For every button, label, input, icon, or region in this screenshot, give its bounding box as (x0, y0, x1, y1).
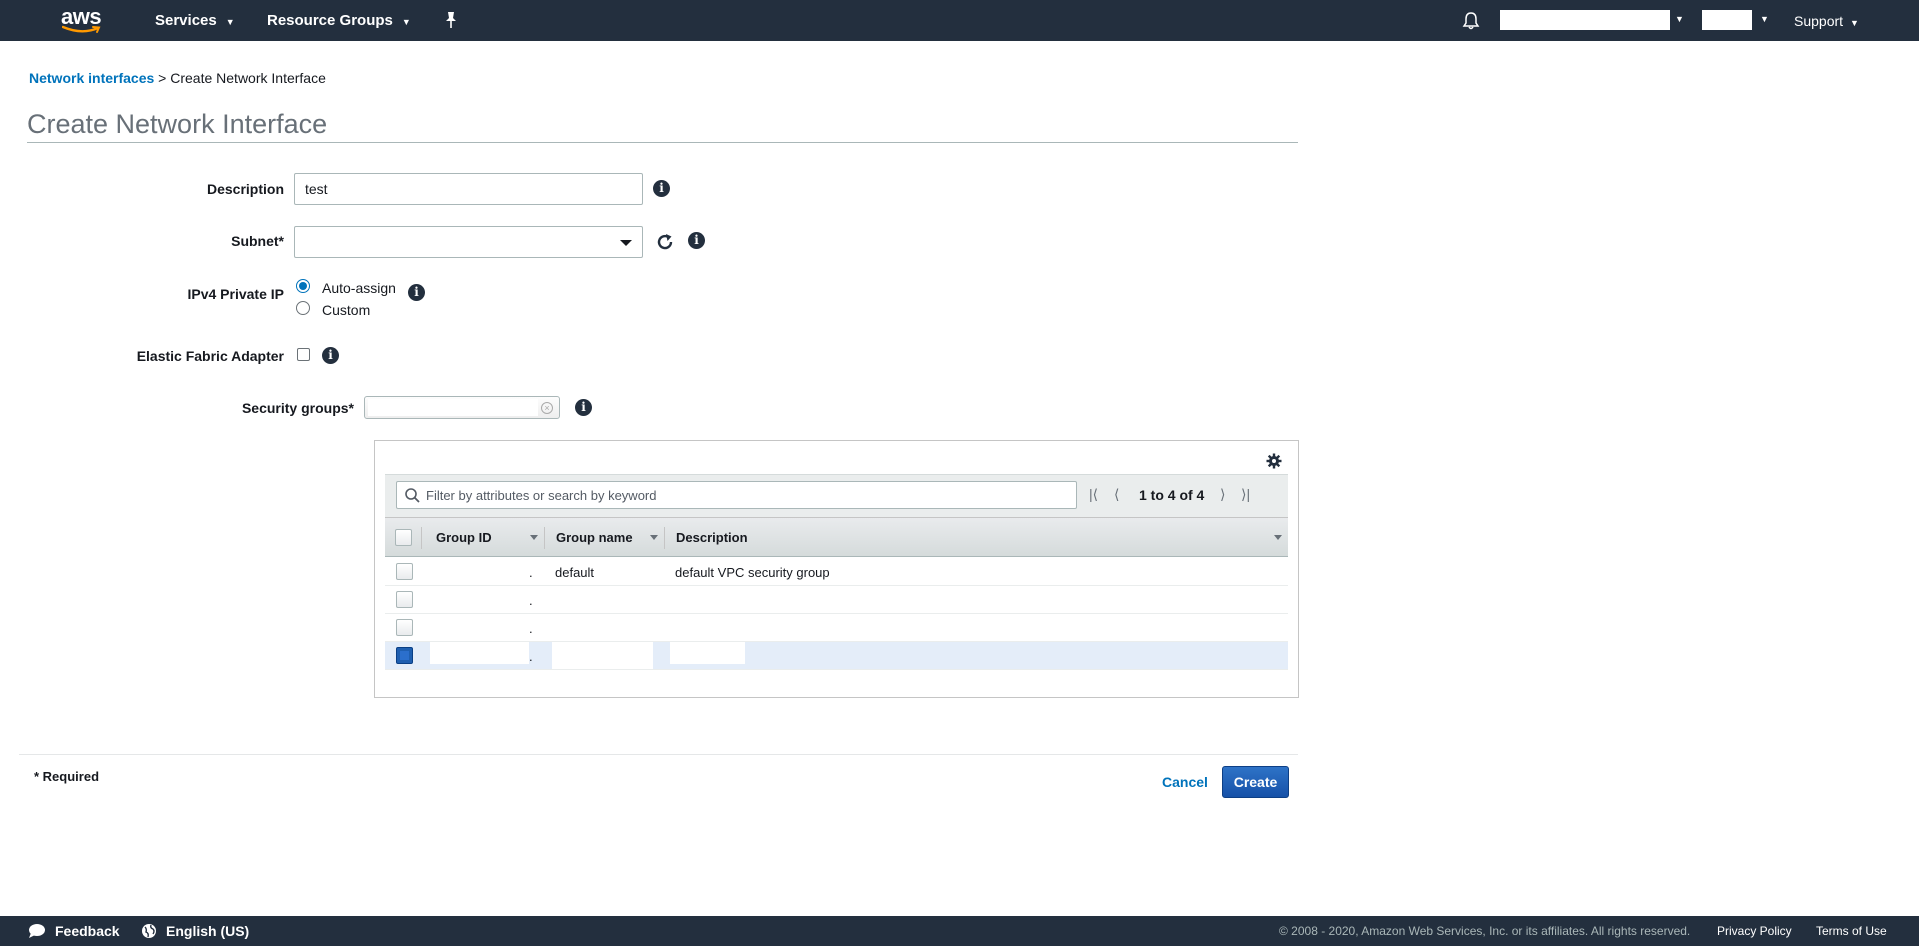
cell-group-id: . (529, 593, 533, 608)
table-header: Group ID Group name Description (385, 517, 1288, 557)
aws-smile-icon (62, 25, 101, 33)
info-icon[interactable]: i (688, 232, 705, 249)
form-divider (19, 754, 1298, 755)
info-icon[interactable]: i (653, 180, 670, 197)
language-selector[interactable]: English (US) (141, 923, 249, 939)
subnet-select[interactable] (294, 226, 643, 258)
row-checkbox-checked[interactable] (396, 647, 413, 664)
efa-label: Elastic Fabric Adapter (136, 348, 284, 364)
last-page-icon[interactable]: ⟩| (1241, 486, 1250, 503)
title-divider (27, 142, 1298, 143)
first-page-icon[interactable]: |⟨ (1089, 486, 1098, 503)
feedback-button[interactable]: Feedback (28, 923, 120, 939)
redacted-description (670, 642, 745, 664)
region-menu[interactable] (1702, 10, 1752, 30)
aws-logo[interactable]: aws (58, 4, 104, 36)
column-header-group-id[interactable]: Group ID (436, 530, 492, 545)
column-header-group-name[interactable]: Group name (556, 530, 633, 545)
security-groups-label: Security groups* (241, 400, 354, 416)
chevron-down-icon: ▼ (401, 16, 411, 27)
clear-icon[interactable]: × (541, 402, 553, 414)
column-separator (544, 527, 545, 549)
feedback-label: Feedback (55, 923, 120, 939)
subnet-label: Subnet* (231, 233, 284, 249)
cell-group-id: . (529, 621, 533, 636)
gear-icon[interactable] (1266, 453, 1282, 469)
description-label: Description (206, 181, 284, 197)
custom-label: Custom (322, 302, 371, 318)
resource-groups-label: Resource Groups (267, 12, 393, 29)
page-title: Create Network Interface (27, 109, 328, 139)
pagination-text: 1 to 4 of 4 (1139, 487, 1205, 503)
security-groups-input-field[interactable] (368, 399, 538, 416)
filter-input[interactable] (424, 485, 1064, 505)
row-checkbox[interactable] (396, 591, 413, 608)
breadcrumb: Network interfaces > Create Network Inte… (29, 70, 326, 86)
speech-bubble-icon (29, 924, 45, 938)
prev-page-icon[interactable]: ⟨ (1114, 486, 1119, 503)
chevron-down-icon: ▼ (1675, 14, 1684, 24)
chevron-down-icon: ▼ (1760, 14, 1769, 24)
support-menu[interactable]: Support ▼ (1794, 13, 1859, 29)
table-row[interactable]: . (385, 614, 1288, 642)
custom-radio[interactable] (296, 301, 310, 315)
privacy-policy-link[interactable]: Privacy Policy (1717, 924, 1792, 938)
pin-icon[interactable] (442, 10, 460, 30)
row-checkbox[interactable] (396, 563, 413, 580)
column-separator (664, 527, 665, 549)
ipv4-label: IPv4 Private IP (187, 286, 284, 302)
services-label: Services (155, 12, 217, 29)
bell-icon[interactable] (1461, 11, 1481, 31)
table-row-selected[interactable]: . (385, 642, 1288, 670)
security-groups-input[interactable]: × (364, 396, 560, 419)
cell-group-name: default (555, 565, 595, 580)
select-all-checkbox[interactable] (395, 529, 412, 546)
cell-group-id: . (529, 565, 533, 580)
chevron-down-icon: ▼ (1850, 18, 1859, 28)
redacted-group-id (430, 642, 529, 664)
table-row[interactable]: . (385, 586, 1288, 614)
required-note: * Required (34, 769, 100, 784)
terms-of-use-link[interactable]: Terms of Use (1816, 924, 1887, 938)
breadcrumb-separator: > (158, 70, 167, 86)
language-label: English (US) (166, 923, 250, 939)
top-navigation-bar: aws Services ▼ Resource Groups ▼ ▼ ▼ Sup… (0, 0, 1919, 41)
description-input[interactable] (294, 173, 643, 205)
redacted-group-name (552, 642, 653, 669)
auto-assign-label: Auto-assign (322, 280, 396, 296)
cell-description: default VPC security group (675, 565, 830, 580)
info-icon[interactable]: i (575, 399, 592, 416)
info-icon[interactable]: i (322, 347, 339, 364)
search-icon (405, 488, 420, 503)
cancel-button[interactable]: Cancel (1162, 774, 1208, 790)
breadcrumb-network-interfaces-link[interactable]: Network interfaces (29, 70, 154, 86)
sort-icon[interactable] (530, 535, 538, 540)
breadcrumb-current: Create Network Interface (170, 70, 326, 86)
copyright-text: © 2008 - 2020, Amazon Web Services, Inc.… (1279, 924, 1691, 938)
info-icon[interactable]: i (408, 284, 425, 301)
services-menu[interactable]: Services ▼ (155, 12, 235, 29)
table-row[interactable]: . default default VPC security group (385, 558, 1288, 586)
auto-assign-radio[interactable] (296, 279, 310, 293)
sort-icon[interactable] (1274, 535, 1282, 540)
account-menu[interactable] (1500, 10, 1670, 30)
row-checkbox[interactable] (396, 619, 413, 636)
sort-icon[interactable] (650, 535, 658, 540)
efa-checkbox[interactable] (297, 348, 310, 361)
globe-icon (142, 924, 156, 938)
create-button[interactable]: Create (1222, 766, 1289, 798)
resource-groups-menu[interactable]: Resource Groups ▼ (267, 12, 411, 29)
refresh-icon[interactable] (655, 232, 675, 252)
caret-down-icon (620, 240, 632, 246)
next-page-icon[interactable]: ⟩ (1220, 486, 1225, 503)
chevron-down-icon: ▼ (225, 16, 235, 27)
column-header-description[interactable]: Description (676, 530, 748, 545)
bottom-bar: Feedback English (US) © 2008 - 2020, Ama… (0, 916, 1919, 946)
support-label: Support (1794, 13, 1844, 29)
cell-group-id: . (529, 649, 533, 664)
filter-box[interactable] (396, 481, 1077, 509)
column-separator (421, 527, 422, 549)
